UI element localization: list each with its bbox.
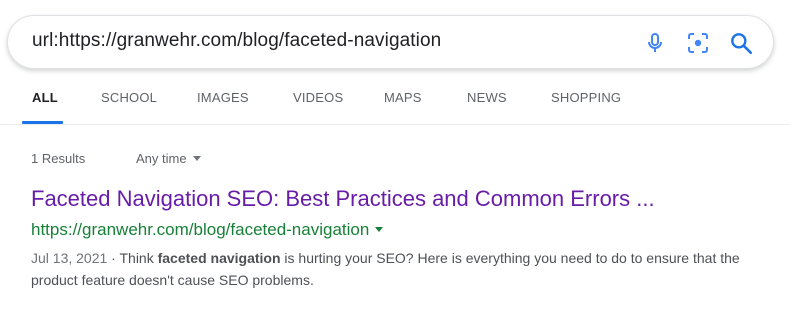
result-date: Jul 13, 2021	[31, 250, 108, 266]
result-url-text: https://granwehr.com/blog/faceted-naviga…	[31, 220, 370, 239]
dropdown-caret-icon	[192, 156, 201, 161]
url-menu-caret-icon[interactable]	[375, 227, 384, 232]
time-filter-label: Any time	[136, 151, 187, 166]
tab-images[interactable]: IMAGES	[197, 88, 249, 124]
results-count: 1 Results	[31, 151, 86, 166]
time-filter-dropdown[interactable]: Any time	[136, 151, 201, 166]
tab-videos[interactable]: VIDEOS	[293, 88, 343, 124]
result-snippet: Jul 13, 2021 · Think faceted navigation …	[31, 247, 761, 291]
tab-all[interactable]: ALL	[32, 88, 58, 124]
tab-news[interactable]: NEWS	[467, 88, 507, 124]
tab-shopping[interactable]: SHOPPING	[551, 88, 621, 124]
search-query[interactable]: url:https://granwehr.com/blog/faceted-na…	[32, 30, 441, 52]
search-icon[interactable]	[727, 29, 755, 57]
microphone-icon[interactable]	[641, 29, 669, 57]
lens-icon[interactable]	[684, 29, 712, 57]
tab-maps[interactable]: MAPS	[384, 88, 422, 124]
tab-school[interactable]: SCHOOL	[101, 88, 157, 124]
search-tabs: ALL SCHOOL IMAGES VIDEOS MAPS NEWS SHOPP…	[0, 88, 790, 125]
active-tab-indicator	[22, 121, 63, 124]
search-bar[interactable]: url:https://granwehr.com/blog/faceted-na…	[7, 15, 774, 69]
snippet-highlight: faceted navigation	[157, 250, 281, 266]
result-url-link[interactable]: https://granwehr.com/blog/faceted-naviga…	[31, 220, 384, 240]
snippet-text-before: · Think	[107, 250, 158, 266]
result-title-link[interactable]: Faceted Navigation SEO: Best Practices a…	[31, 186, 655, 212]
